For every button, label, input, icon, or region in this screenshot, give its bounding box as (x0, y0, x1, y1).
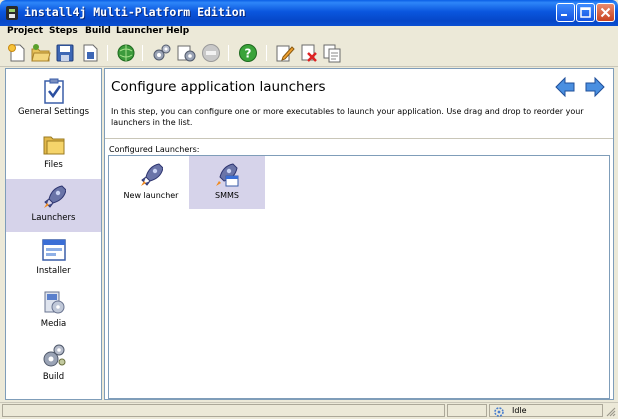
back-arrow-icon[interactable] (554, 76, 576, 98)
rocket-icon (44, 185, 66, 208)
page-title: Configure application launchers (111, 79, 326, 95)
launchers-list-label: Configured Launchers: (109, 145, 200, 154)
divider (105, 138, 613, 139)
svg-text:?: ? (245, 47, 252, 61)
maximize-icon (580, 7, 591, 18)
gear-spinner-icon (494, 407, 504, 417)
toolbar-separator (266, 45, 267, 61)
sidebar-item-label: Launchers (31, 213, 76, 223)
save-icon[interactable] (55, 43, 75, 63)
status-cell-message (2, 404, 445, 417)
rocket-window-icon (216, 163, 239, 187)
menu-project[interactable]: Project (7, 26, 43, 36)
menu-bar: Project Steps Build Launcher Help (0, 26, 618, 40)
install4j-icon (6, 6, 18, 20)
menu-steps[interactable]: Steps (49, 26, 78, 36)
folder-icon (43, 136, 65, 155)
toolbar-separator (228, 45, 229, 61)
launcher-item-smms[interactable]: SMMS (189, 156, 265, 209)
status-cell-state (489, 404, 603, 417)
checklist-icon (44, 78, 64, 104)
sidebar-item-build[interactable]: Build (6, 338, 101, 391)
media-icon (44, 291, 65, 314)
build-icon (43, 344, 66, 367)
sidebar: General Settings Files Launchers Install… (5, 68, 102, 400)
save-as-icon[interactable] (80, 43, 100, 63)
sidebar-item-installer[interactable]: Installer (6, 232, 101, 285)
sidebar-item-launchers[interactable]: Launchers (6, 179, 101, 232)
minimize-button[interactable] (556, 3, 575, 22)
installer-window-icon (42, 239, 66, 261)
rocket-icon (141, 163, 163, 186)
sidebar-item-label: Files (44, 160, 63, 170)
menu-build[interactable]: Build (85, 26, 111, 36)
maximize-button[interactable] (576, 3, 595, 22)
step-description: In this step, you can configure one or m… (111, 107, 584, 127)
new-project-icon[interactable] (7, 43, 27, 63)
build-options-icon[interactable] (176, 43, 196, 63)
launcher-label: SMMS (215, 191, 239, 200)
toolbar-separator (142, 45, 143, 61)
title-bar: install4j Multi-Platform Edition (0, 0, 618, 26)
launchers-list[interactable]: New launcher SMMS (108, 155, 610, 399)
stop-icon[interactable] (201, 43, 221, 63)
status-cell-empty (447, 404, 487, 417)
launcher-label: New launcher (123, 191, 179, 200)
delete-icon[interactable] (299, 43, 319, 63)
menu-launcher[interactable]: Launcher (116, 26, 163, 36)
sidebar-item-label: Media (40, 319, 67, 329)
launcher-item-new-launcher[interactable]: New launcher (113, 156, 189, 209)
sidebar-item-label: General Settings (17, 107, 90, 117)
sidebar-item-label: Build (42, 372, 65, 382)
sidebar-item-media[interactable]: Media (6, 285, 101, 338)
sidebar-item-files[interactable]: Files (6, 126, 101, 179)
help-icon[interactable]: ? (238, 43, 258, 63)
main-panel: Configure application launchers In this … (104, 68, 614, 400)
open-project-icon[interactable] (31, 43, 51, 63)
copy-icon[interactable] (322, 43, 342, 63)
close-button[interactable] (596, 3, 615, 22)
build-gears-icon[interactable] (152, 43, 172, 63)
toolbar: ? (0, 40, 618, 67)
globe-icon[interactable] (116, 43, 136, 63)
status-text: Idle (512, 406, 527, 415)
forward-arrow-icon[interactable] (584, 76, 606, 98)
sidebar-item-general-settings[interactable]: General Settings (6, 73, 101, 126)
minimize-icon (561, 14, 567, 16)
window-title: install4j Multi-Platform Edition (24, 5, 246, 19)
edit-icon[interactable] (275, 43, 295, 63)
toolbar-separator (107, 45, 108, 61)
menu-help[interactable]: Help (166, 26, 189, 36)
sidebar-item-label: Installer (36, 266, 71, 276)
close-icon (600, 7, 611, 18)
resize-grip-icon[interactable] (605, 406, 616, 417)
